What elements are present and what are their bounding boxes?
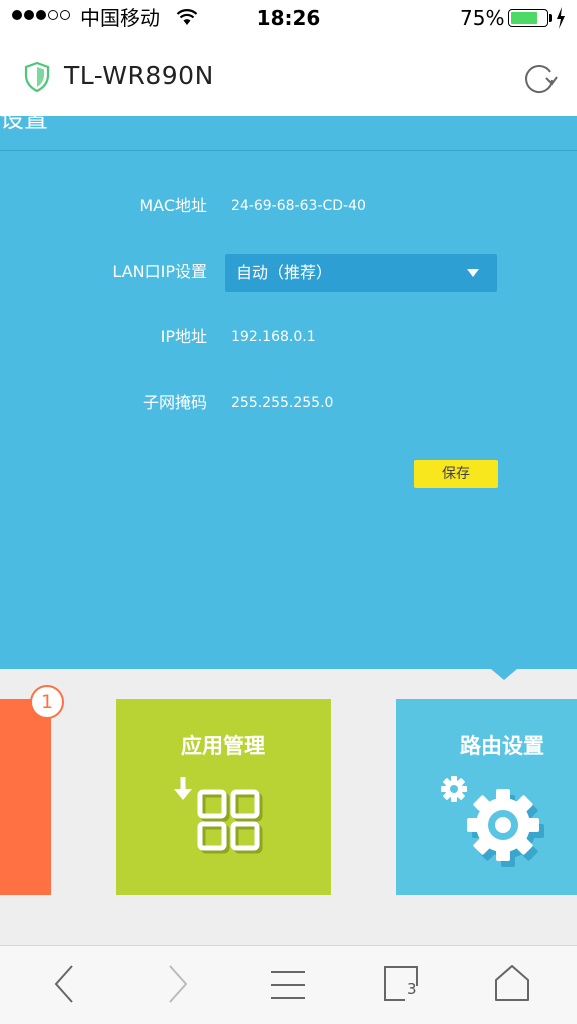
tab-count: 3 xyxy=(407,980,417,998)
battery-icon xyxy=(508,9,548,27)
active-tile-pointer xyxy=(491,669,517,680)
divider xyxy=(0,150,577,151)
panel-title: 设置 xyxy=(0,105,48,133)
tile-label-app-management: 应用管理 xyxy=(181,734,265,758)
app-header: TL-WR890N xyxy=(0,38,577,116)
tabs-button[interactable]: 3 xyxy=(383,964,423,1004)
mac-address-label: MAC地址 xyxy=(139,196,207,215)
app-grid-download-icon xyxy=(174,777,263,854)
home-icon[interactable] xyxy=(494,964,530,1002)
lan-settings-panel: 设置 MAC地址 24-69-68-63-CD-40 LAN口IP设置 自动（推… xyxy=(0,105,577,669)
notification-badge: 1 xyxy=(30,685,64,719)
browser-toolbar: 3 xyxy=(0,945,577,1024)
subnet-mask-label: 子网掩码 xyxy=(142,393,207,412)
subnet-mask-value: 255.255.255.0 xyxy=(231,395,334,411)
tile-label-router-settings: 路由设置 xyxy=(460,734,544,758)
forward-icon[interactable] xyxy=(166,964,190,1004)
tile-router-settings[interactable]: 路由设置 xyxy=(396,699,577,895)
battery-percent: 75% xyxy=(460,6,505,30)
battery-level xyxy=(511,12,537,24)
tile-orange[interactable] xyxy=(0,699,51,895)
status-bar: 中国移动 18:26 75% xyxy=(0,0,577,38)
charging-bolt-icon xyxy=(557,7,565,29)
feature-tiles: 1 应用管理 路由设置 xyxy=(0,669,577,945)
shield-icon xyxy=(24,62,50,92)
refresh-icon[interactable] xyxy=(520,60,558,96)
lan-ip-mode-select[interactable]: 自动（推荐） xyxy=(225,254,497,292)
tile-app-management[interactable]: 应用管理 xyxy=(116,699,331,895)
dropdown-arrow-icon xyxy=(467,269,479,277)
ip-address-value: 192.168.0.1 xyxy=(231,329,316,345)
ip-address-label: IP地址 xyxy=(160,327,207,346)
menu-icon[interactable] xyxy=(270,970,306,1000)
page-title: TL-WR890N xyxy=(64,61,214,90)
lan-ip-mode-value: 自动（推荐） xyxy=(236,263,333,282)
gears-icon xyxy=(441,776,544,867)
mac-address-value: 24-69-68-63-CD-40 xyxy=(231,198,366,214)
lan-ip-setting-label: LAN口IP设置 xyxy=(112,262,207,281)
back-icon[interactable] xyxy=(52,964,76,1004)
save-button[interactable]: 保存 xyxy=(414,460,498,488)
tabs-icon xyxy=(384,966,418,1001)
